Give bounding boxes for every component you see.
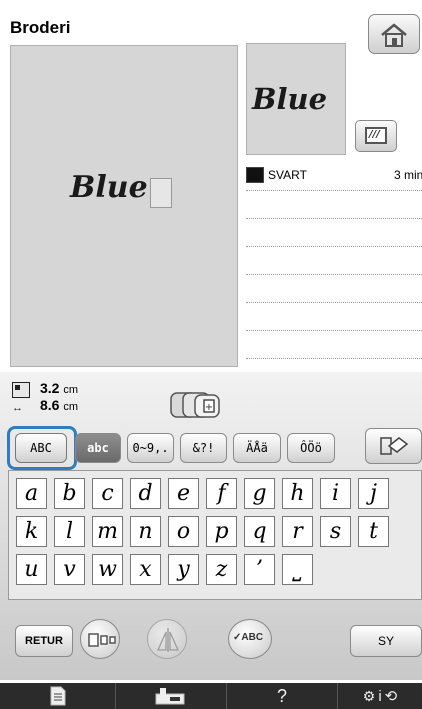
- thread-color-time: 3 min: [394, 168, 422, 182]
- home-button[interactable]: [368, 14, 420, 54]
- thumbnail-text: Blue: [252, 82, 328, 116]
- key-0-8[interactable]: i: [320, 478, 351, 509]
- sew-button[interactable]: SY: [350, 625, 422, 657]
- key-0-4[interactable]: e: [168, 478, 199, 509]
- key-0-0[interactable]: a: [16, 478, 47, 509]
- help-button[interactable]: ?: [227, 683, 337, 709]
- check-text-label: ✓ABC: [233, 632, 264, 643]
- embroidery-frame-display-icon: ///: [365, 127, 387, 144]
- thread-color-list: SVART 3 min: [246, 163, 422, 367]
- key-2-5[interactable]: z: [206, 554, 237, 585]
- document-icon: [50, 686, 65, 706]
- return-button[interactable]: RETUR: [15, 625, 73, 657]
- color-list-item: [246, 331, 422, 359]
- category-symbols-button[interactable]: &?!: [180, 433, 227, 463]
- key-1-6[interactable]: q: [244, 516, 275, 547]
- color-list-item: [246, 275, 422, 303]
- color-list-item: [246, 303, 422, 331]
- category-numbers-button[interactable]: 0~9,.: [127, 433, 174, 463]
- key-2-7[interactable]: ⎵: [282, 554, 313, 585]
- height-value: 3.2: [40, 380, 60, 396]
- color-list-item: [246, 191, 422, 219]
- category-umlaut-button[interactable]: ÄÅä: [233, 433, 281, 463]
- array-icon: [88, 633, 116, 647]
- key-1-7[interactable]: r: [282, 516, 313, 547]
- presser-foot-button[interactable]: [116, 683, 226, 709]
- category-accent-button[interactable]: ÔÖö: [287, 433, 335, 463]
- key-1-2[interactable]: m: [92, 516, 123, 547]
- key-1-4[interactable]: o: [168, 516, 199, 547]
- thread-color-name: SVART: [268, 168, 307, 182]
- key-2-2[interactable]: w: [92, 554, 123, 585]
- key-0-3[interactable]: d: [130, 478, 161, 509]
- frame-size-icon: +: [170, 392, 220, 418]
- presser-foot-icon: [155, 688, 185, 705]
- pattern-height: 3.2 cm: [40, 380, 78, 396]
- eraser-icon: [379, 437, 408, 455]
- key-1-1[interactable]: l: [54, 516, 85, 547]
- svg-text:+: +: [205, 402, 213, 413]
- key-0-5[interactable]: f: [206, 478, 237, 509]
- key-1-5[interactable]: p: [206, 516, 237, 547]
- key-2-6[interactable]: ’: [244, 554, 275, 585]
- key-1-8[interactable]: s: [320, 516, 351, 547]
- pattern-size-icon: [12, 382, 30, 398]
- page-title: Broderi: [10, 18, 71, 37]
- settings-icon: ⚙: [362, 687, 376, 704]
- key-0-6[interactable]: g: [244, 478, 275, 509]
- key-0-1[interactable]: b: [54, 478, 85, 509]
- color-list-item: [246, 219, 422, 247]
- key-0-7[interactable]: h: [282, 478, 313, 509]
- height-unit: cm: [63, 384, 79, 396]
- key-2-1[interactable]: v: [54, 554, 85, 585]
- width-arrow-icon: ↔: [12, 402, 23, 414]
- pattern-width: 8.6 cm: [40, 397, 78, 413]
- key-0-9[interactable]: j: [358, 478, 389, 509]
- thread-color-swatch: [246, 167, 264, 183]
- key-1-3[interactable]: n: [130, 516, 161, 547]
- settings-button[interactable]: ⚙ i ⟲: [338, 683, 422, 709]
- key-1-0[interactable]: k: [16, 516, 47, 547]
- key-2-3[interactable]: x: [130, 554, 161, 585]
- color-list-item: [246, 247, 422, 275]
- embroidery-preview: [10, 45, 238, 367]
- color-list-item: SVART 3 min: [246, 163, 422, 191]
- preview-text: Blue: [70, 170, 148, 205]
- category-lowercase-button[interactable]: abc: [75, 433, 121, 463]
- home-icon: [381, 23, 407, 47]
- text-cursor: [150, 178, 172, 208]
- width-unit: cm: [63, 401, 79, 413]
- delete-button[interactable]: [365, 428, 422, 464]
- refresh-icon: ⟲: [384, 688, 398, 705]
- key-0-2[interactable]: c: [92, 478, 123, 509]
- array-button[interactable]: [80, 619, 120, 659]
- mirror-button[interactable]: [147, 619, 187, 659]
- info-label: i: [378, 687, 382, 705]
- check-text-button[interactable]: ✓ABC: [228, 619, 272, 659]
- pattern-info-button[interactable]: [0, 683, 115, 709]
- display-mode-button[interactable]: ///: [355, 120, 397, 152]
- key-2-0[interactable]: u: [16, 554, 47, 585]
- category-uppercase-button[interactable]: ABC: [15, 433, 67, 463]
- key-1-9[interactable]: t: [358, 516, 389, 547]
- width-value: 8.6: [40, 397, 60, 413]
- key-2-4[interactable]: y: [168, 554, 199, 585]
- mirror-icon: [156, 628, 180, 652]
